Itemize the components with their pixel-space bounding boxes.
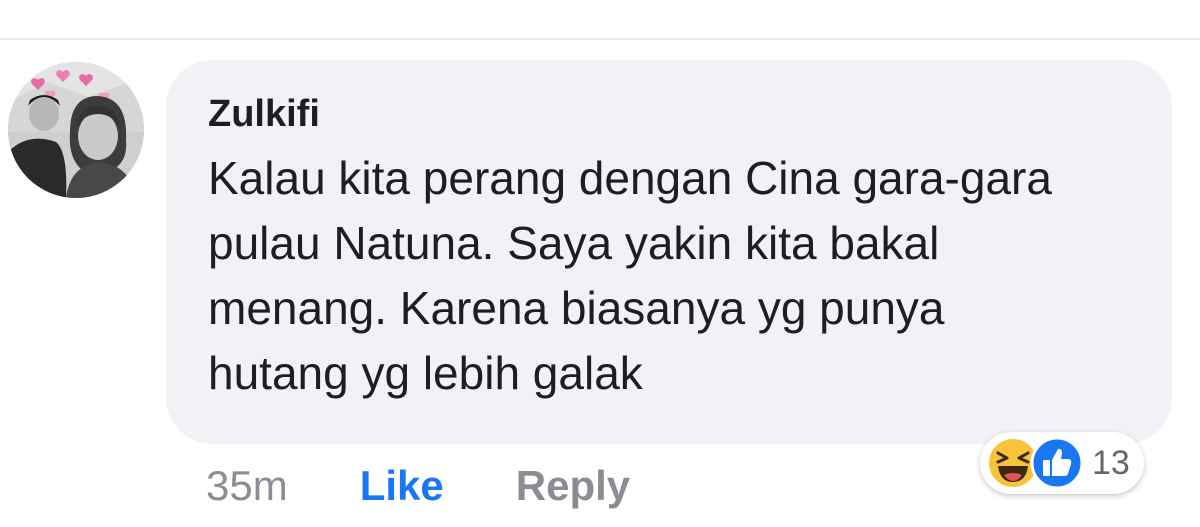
like-icon bbox=[1030, 436, 1084, 490]
reactions-summary[interactable]: 13 bbox=[980, 432, 1144, 494]
reaction-count: 13 bbox=[1092, 443, 1130, 482]
comment-author[interactable]: Zulkifi bbox=[208, 92, 1132, 136]
like-button[interactable]: Like bbox=[360, 462, 444, 510]
avatar-photo bbox=[8, 62, 144, 198]
top-divider bbox=[0, 38, 1200, 40]
comment-text: Kalau kita perang dengan Cina gara-gara … bbox=[208, 152, 1052, 399]
comment-timestamp[interactable]: 35m bbox=[206, 462, 288, 510]
reply-button[interactable]: Reply bbox=[516, 462, 630, 510]
comment-bubble: Zulkifi Kalau kita perang dengan Cina ga… bbox=[166, 60, 1172, 444]
comment-actions: 35m Like Reply bbox=[206, 456, 630, 516]
avatar[interactable] bbox=[8, 62, 144, 198]
